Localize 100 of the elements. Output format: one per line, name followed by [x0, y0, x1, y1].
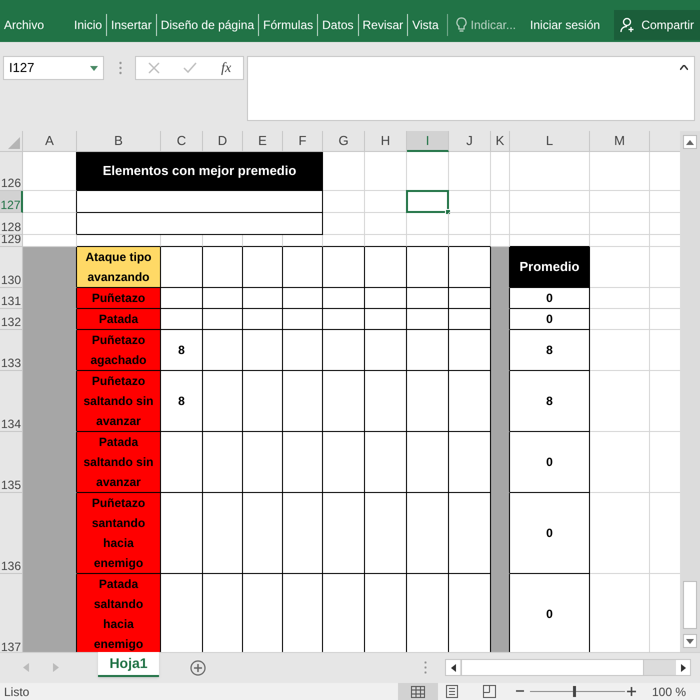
attack-label: Patada saltando hacia enemigo	[77, 574, 161, 652]
table-title: Elementos con mejor premedio	[77, 152, 323, 191]
table-cell	[323, 309, 365, 330]
row-header[interactable]: 126	[0, 152, 23, 191]
collapse-caret-icon[interactable]	[680, 65, 688, 70]
average-value: 0	[510, 309, 590, 330]
row-header[interactable]: 132	[0, 309, 23, 330]
column-header[interactable]: I	[407, 131, 449, 152]
table-cell	[449, 247, 491, 288]
table-cell	[323, 330, 365, 371]
table-cell	[243, 371, 283, 432]
table-cell	[407, 371, 449, 432]
ribbon-tab[interactable]: Diseño de página	[156, 11, 258, 39]
average-value: 0	[510, 288, 590, 309]
scroll-up-button[interactable]	[683, 135, 697, 149]
ribbon-tab[interactable]: Inicio	[70, 11, 106, 39]
column-header[interactable]: J	[449, 131, 491, 152]
table-cell	[283, 288, 323, 309]
previous-sheet-icon[interactable]	[23, 663, 29, 672]
scroll-right-icon	[680, 664, 686, 672]
row-header[interactable]: 127	[0, 191, 23, 213]
column-header[interactable]: F	[283, 131, 323, 152]
checkmark-icon[interactable]	[183, 62, 198, 74]
row-header[interactable]: 131	[0, 288, 23, 309]
horizontal-scrollbar[interactable]	[445, 659, 691, 676]
table-cell	[283, 432, 323, 493]
scroll-left-button[interactable]	[446, 660, 460, 675]
share-button[interactable]: Compartir	[614, 10, 700, 40]
table-cell	[323, 371, 365, 432]
table-cell	[283, 371, 323, 432]
ribbon-tab[interactable]: Insertar	[107, 11, 156, 39]
zoom-slider[interactable]	[530, 686, 625, 697]
column-header[interactable]: E	[243, 131, 283, 152]
ribbon-tab[interactable]: Archivo	[0, 11, 48, 39]
column-header[interactable]: H	[365, 131, 407, 152]
zoom-level[interactable]: 100 %	[652, 683, 686, 700]
table-cell	[407, 288, 449, 309]
row-header[interactable]: 128	[0, 213, 23, 235]
attack-label: Puñetazo agachado	[77, 330, 161, 371]
table-cell	[243, 330, 283, 371]
value-cell: 8	[161, 330, 203, 371]
table-cell	[203, 330, 243, 371]
column-header[interactable]: K	[491, 131, 510, 152]
add-sheet-icon[interactable]	[190, 660, 206, 676]
scroll-down-icon	[686, 638, 694, 644]
ribbon-tab[interactable]: Fórmulas	[259, 11, 318, 39]
table-cell	[323, 432, 365, 493]
row-header[interactable]: 135	[0, 432, 23, 493]
scroll-down-button[interactable]	[683, 634, 697, 648]
grid-icon	[411, 686, 425, 698]
scroll-thumb[interactable]	[461, 660, 644, 675]
value-cell: 8	[161, 371, 203, 432]
table-cell	[243, 288, 283, 309]
scroll-right-button[interactable]	[676, 660, 690, 675]
dropdown-caret-icon	[90, 66, 98, 70]
row-header[interactable]: 133	[0, 330, 23, 371]
table-cell	[365, 330, 407, 371]
table-cell	[365, 247, 407, 288]
table-cell	[203, 432, 243, 493]
table-cell	[449, 330, 491, 371]
ribbon-tab[interactable]: Revisar	[358, 11, 408, 39]
row-header[interactable]: 134	[0, 371, 23, 432]
column-header[interactable]: L	[510, 131, 590, 152]
column-header[interactable]: G	[323, 131, 365, 152]
normal-view-button[interactable]	[398, 683, 438, 700]
column-header[interactable]: B	[77, 131, 161, 152]
table-cell	[283, 330, 323, 371]
table-cell	[407, 247, 449, 288]
next-sheet-icon[interactable]	[53, 663, 59, 672]
ribbon-tab[interactable]: Vista	[408, 11, 443, 39]
zoom-in-icon[interactable]	[627, 687, 636, 696]
row-header[interactable]: 130	[0, 247, 23, 288]
vertical-scrollbar[interactable]	[680, 131, 700, 652]
page-layout-icon[interactable]	[446, 685, 458, 698]
insert-function-button[interactable]: fx	[221, 58, 232, 78]
lightbulb-icon	[456, 17, 467, 33]
table-cell	[283, 247, 323, 288]
sheet-tab[interactable]: Hoja1	[98, 652, 159, 677]
column-header[interactable]: M	[590, 131, 650, 152]
ribbon-tab[interactable]: Datos	[318, 11, 358, 39]
sign-in-link[interactable]: Iniciar sesión	[530, 11, 600, 39]
table-cell	[203, 371, 243, 432]
column-header[interactable]: D	[203, 131, 243, 152]
tell-me-field[interactable]: Indicar...	[456, 11, 516, 39]
column-header[interactable]: C	[161, 131, 203, 152]
row-header[interactable]: 136	[0, 493, 23, 574]
vertical-dots-icon	[119, 61, 122, 75]
formula-input[interactable]	[247, 56, 695, 121]
select-all-button[interactable]	[0, 131, 23, 152]
scroll-thumb[interactable]	[683, 581, 697, 629]
page-break-icon[interactable]	[483, 685, 496, 698]
cancel-icon[interactable]	[148, 62, 160, 74]
zoom-thumb[interactable]	[573, 686, 576, 697]
attack-label: Patada saltando sin avanzar	[77, 432, 161, 493]
name-box[interactable]: I127	[3, 56, 104, 80]
row-header[interactable]: 137	[0, 574, 23, 652]
column-header[interactable]: A	[23, 131, 77, 152]
table-cell	[407, 432, 449, 493]
table-cell	[161, 288, 203, 309]
select-all-triangle-icon	[8, 137, 20, 149]
